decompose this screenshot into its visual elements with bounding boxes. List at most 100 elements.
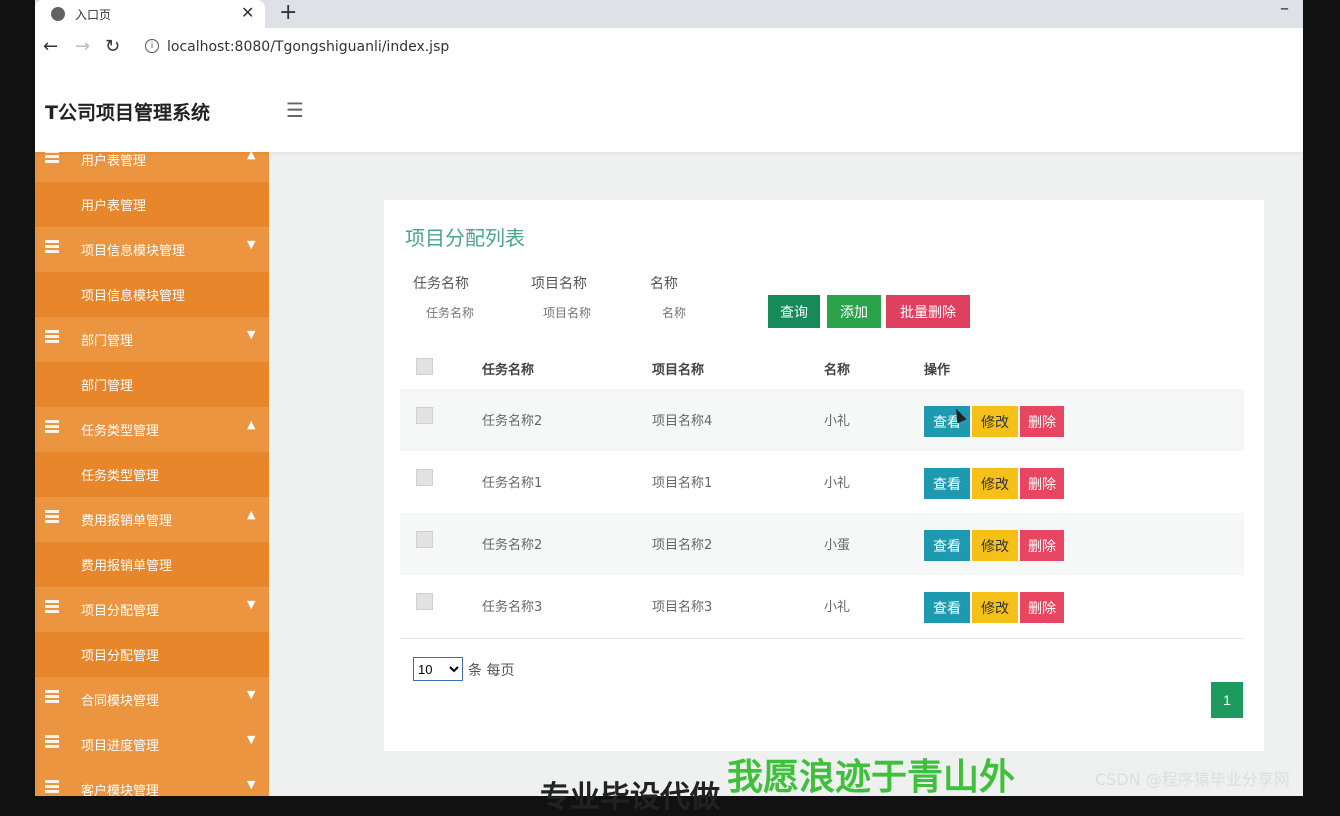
app-title: T公司项目管理系统 [45, 102, 210, 124]
cell-project-name: 项目名称2 [652, 538, 713, 553]
caret-icon: ▼ [247, 598, 256, 611]
page-button-1[interactable]: 1 [1211, 682, 1243, 718]
sidebar-group-label: 客户模块管理 [81, 784, 160, 796]
batch-delete-button[interactable]: 批量删除 [886, 295, 970, 328]
cell-project-name: 项目名称4 [652, 414, 713, 429]
info-icon[interactable]: i [145, 39, 159, 53]
cell-task-name: 任务名称2 [482, 538, 543, 553]
column-header-project: 项目名称 [652, 363, 705, 378]
delete-button[interactable]: 删除 [1020, 468, 1064, 499]
edit-button[interactable]: 修改 [972, 468, 1018, 499]
cell-name: 小礼 [824, 414, 851, 429]
browser-toolbar: ← → ↻ i localhost:8080/Tgongshiguanli/in… [35, 28, 1303, 69]
delete-button[interactable]: 删除 [1020, 592, 1064, 623]
select-all-checkbox[interactable] [416, 358, 433, 375]
delete-button[interactable]: 删除 [1020, 530, 1064, 561]
caret-icon: ▲ [247, 418, 256, 431]
sidebar-item[interactable]: 部门管理 [35, 362, 269, 407]
column-header-name: 名称 [824, 363, 851, 378]
sidebar-group-label: 项目信息模块管理 [81, 244, 186, 259]
new-tab-icon[interactable]: + [279, 0, 297, 25]
edit-button[interactable]: 修改 [972, 406, 1018, 437]
assignment-list-panel: 项目分配列表 任务名称 项目名称 名称 查询 添加 批量删除 任务名称 项目名称… [384, 200, 1264, 751]
edit-button[interactable]: 修改 [972, 530, 1018, 561]
close-icon[interactable]: ✕ [241, 3, 254, 22]
list-icon [45, 152, 59, 164]
sidebar-group[interactable]: 项目信息模块管理 ▼ [35, 227, 269, 272]
list-icon [45, 735, 59, 749]
list-icon [45, 240, 59, 254]
cell-name: 小蛋 [824, 538, 851, 553]
list-icon [45, 330, 59, 344]
sidebar-item[interactable]: 项目信息模块管理 [35, 272, 269, 317]
filter-label-task: 任务名称 [413, 276, 469, 292]
browser-window: 入口页 ✕ + – ← → ↻ i localhost:8080/Tgongsh… [35, 0, 1303, 796]
sidebar-item-label: 用户表管理 [81, 199, 147, 214]
delete-button[interactable]: 删除 [1020, 406, 1064, 437]
edit-button[interactable]: 修改 [972, 592, 1018, 623]
cell-task-name: 任务名称1 [482, 476, 543, 491]
sidebar-group[interactable]: 任务类型管理 ▲ [35, 407, 269, 452]
sidebar-group[interactable]: 项目分配管理 ▼ [35, 587, 269, 632]
table-row: 任务名称3 项目名称3 小礼 查看 修改 删除 [400, 575, 1244, 637]
list-icon [45, 780, 59, 794]
tab-home[interactable]: 入口页 ✕ [35, 0, 265, 28]
table-row: 任务名称1 项目名称1 小礼 查看 修改 删除 [400, 451, 1244, 513]
row-checkbox[interactable] [416, 593, 433, 610]
cell-project-name: 项目名称1 [652, 476, 713, 491]
sidebar-item[interactable]: 项目分配管理 [35, 632, 269, 677]
sidebar-item-label: 部门管理 [81, 379, 134, 394]
sidebar-group[interactable]: 用户表管理 ▲ [35, 152, 269, 182]
app-header: T公司项目管理系统 ☰ [35, 68, 1303, 152]
sidebar-group[interactable]: 项目进度管理 ▼ [35, 722, 269, 767]
name-input[interactable] [656, 300, 764, 326]
task-name-input[interactable] [420, 300, 528, 326]
sidebar-group-label: 合同模块管理 [81, 694, 160, 709]
sidebar-item[interactable]: 用户表管理 [35, 182, 269, 227]
caret-icon: ▼ [247, 778, 256, 791]
watermark-text: 专业毕设代做 [540, 780, 720, 815]
add-button[interactable]: 添加 [827, 295, 881, 328]
row-checkbox[interactable] [416, 469, 433, 486]
cell-name: 小礼 [824, 476, 851, 491]
caret-icon: ▼ [247, 733, 256, 746]
row-checkbox[interactable] [416, 531, 433, 548]
table-header: 任务名称 项目名称 名称 操作 [400, 345, 1244, 389]
sidebar-group[interactable]: 费用报销单管理 ▲ [35, 497, 269, 542]
view-button[interactable]: 查看 [924, 468, 970, 499]
divider [400, 638, 1244, 639]
sidebar-group-label: 用户表管理 [81, 154, 147, 169]
tab-strip: 入口页 ✕ + – [35, 0, 1303, 28]
per-page-label: 条 每页 [468, 663, 515, 679]
sidebar-group[interactable]: 合同模块管理 ▼ [35, 677, 269, 722]
view-button[interactable]: 查看 [924, 592, 970, 623]
reload-icon[interactable]: ↻ [105, 36, 120, 57]
cell-task-name: 任务名称3 [482, 600, 543, 615]
hamburger-menu-icon[interactable]: ☰ [286, 98, 304, 122]
row-checkbox[interactable] [416, 407, 433, 424]
back-arrow-icon[interactable]: ← [43, 36, 58, 57]
csdn-watermark: CSDN @程序猿毕业分享网 [1095, 770, 1290, 789]
cell-project-name: 项目名称3 [652, 600, 713, 615]
sidebar-group[interactable]: 部门管理 ▼ [35, 317, 269, 362]
list-icon [45, 420, 59, 434]
address-bar[interactable]: localhost:8080/Tgongshiguanli/index.jsp [167, 39, 449, 55]
query-button[interactable]: 查询 [768, 295, 820, 328]
sidebar-group-label: 部门管理 [81, 334, 134, 349]
sidebar-item-label: 项目信息模块管理 [81, 289, 186, 304]
view-button[interactable]: 查看 [924, 530, 970, 561]
sidebar: 用户表管理 ▲ 用户表管理 项目信息模块管理 ▼ 项目信息模块管理 部门管理 ▼ 部门管理 任务类… [35, 152, 269, 796]
minimize-icon[interactable]: – [1280, 0, 1289, 19]
table-row: 任务名称2 项目名称4 小礼 查看 修改 删除 [400, 389, 1244, 451]
list-icon [45, 510, 59, 524]
overlay-caption: 我愿浪迹于青山外 [727, 757, 1016, 798]
forward-arrow-icon[interactable]: → [75, 36, 90, 57]
sidebar-group[interactable]: 客户模块管理 ▼ [35, 767, 269, 796]
sidebar-item[interactable]: 任务类型管理 [35, 452, 269, 497]
view-button[interactable]: 查看 [924, 406, 970, 437]
project-name-input[interactable] [537, 300, 645, 326]
sidebar-item-label: 费用报销单管理 [81, 559, 173, 574]
page-size-select[interactable]: 10 [413, 657, 463, 681]
sidebar-group-label: 任务类型管理 [81, 424, 160, 439]
sidebar-item[interactable]: 费用报销单管理 [35, 542, 269, 587]
